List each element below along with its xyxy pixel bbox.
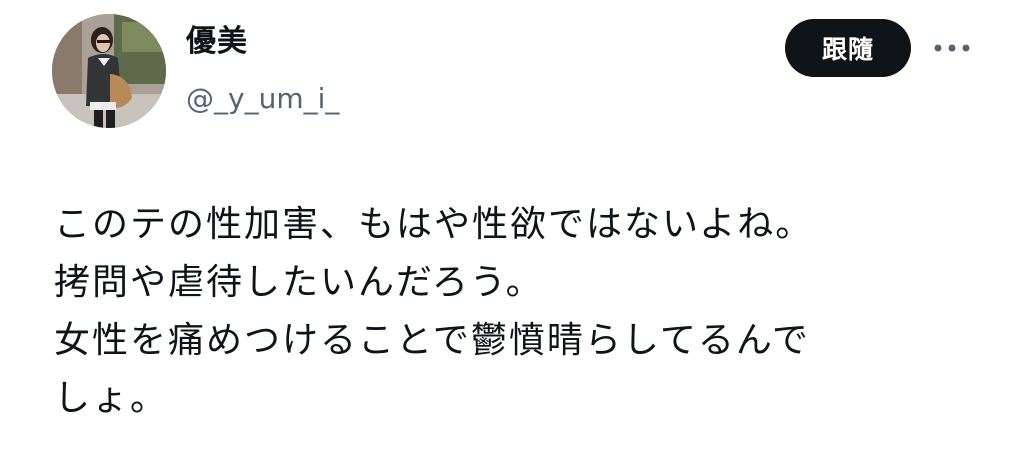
display-name[interactable]: 優美 — [186, 22, 248, 62]
tweet-line: しょ。 — [54, 378, 169, 419]
user-handle[interactable]: @_y_um_i_ — [186, 80, 339, 118]
tweet-line: このテの性加害、もはや性欲ではないよね。 — [54, 204, 814, 245]
more-horizontal-icon — [934, 44, 970, 52]
tweet-line: 女性を痛めつけることで鬱憤晴らしてるんで — [54, 320, 811, 361]
avatar[interactable] — [52, 14, 166, 128]
more-button[interactable] — [930, 33, 974, 63]
tweet-line: 拷問や虐待したいんだろう。 — [54, 262, 544, 303]
tweet-card: 優美 @_y_um_i_ 跟隨 このテの性加害、もはや性欲ではないよね。 拷問や… — [0, 0, 1024, 455]
tweet-text: このテの性加害、もはや性欲ではないよね。 拷問や虐待したいんだろう。 女性を痛め… — [54, 196, 974, 428]
follow-button[interactable]: 跟隨 — [785, 19, 911, 77]
avatar-photo — [52, 14, 166, 128]
